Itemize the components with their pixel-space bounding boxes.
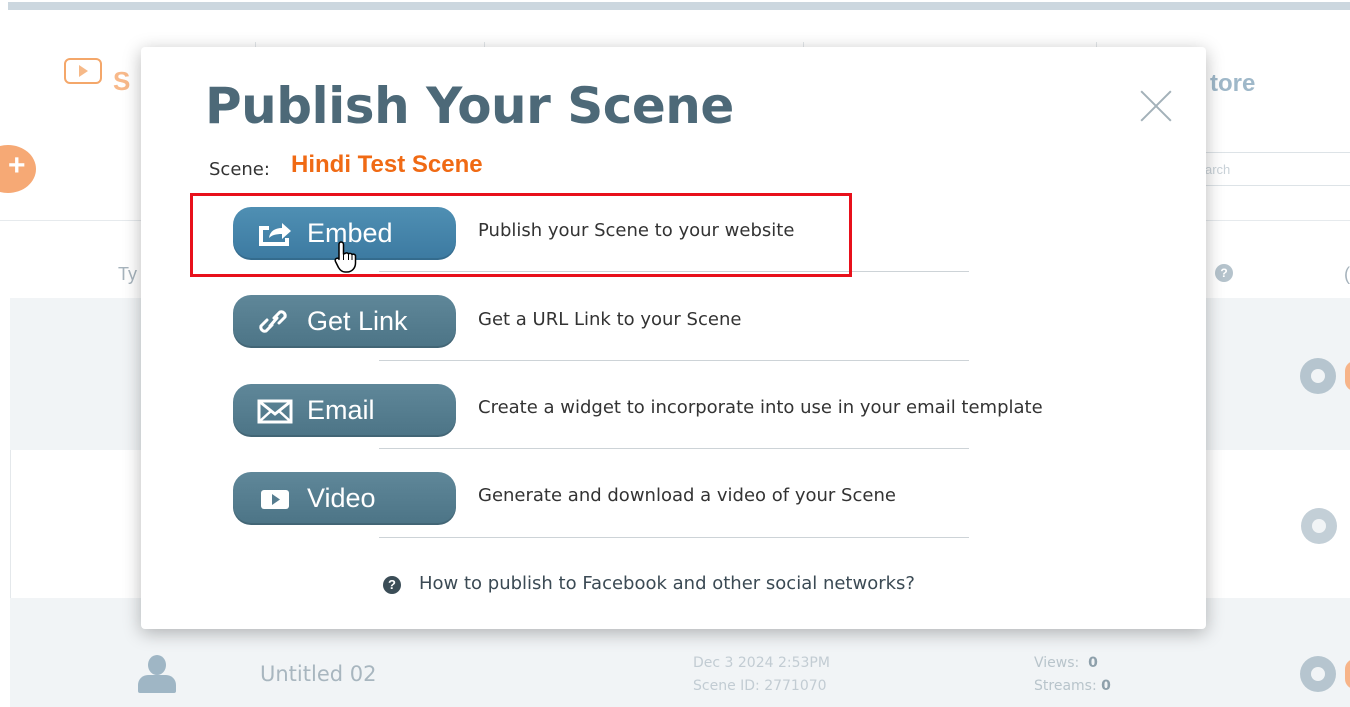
divider (379, 448, 969, 449)
divider (379, 537, 969, 538)
search-input[interactable]: arch (1200, 152, 1350, 186)
question-circle-icon: ? (383, 576, 401, 594)
scene-title[interactable]: Untitled 02 (260, 662, 376, 686)
publish-modal: Publish Your Scene Scene: Hindi Test Sce… (141, 47, 1206, 629)
top-bar (8, 2, 1350, 10)
email-description: Create a widget to incorporate into use … (478, 397, 1043, 418)
email-button-label: Email (307, 395, 375, 425)
help-icon[interactable]: ? (1215, 264, 1233, 282)
column-header-partial: ( (1344, 264, 1350, 284)
play-icon (261, 490, 289, 509)
gear-icon[interactable] (1300, 656, 1336, 692)
highlight-box (190, 193, 852, 277)
link-icon (259, 310, 287, 333)
top-strip (0, 0, 1350, 12)
get-link-button-label: Get Link (307, 306, 408, 336)
scenes-logo-icon[interactable] (64, 58, 102, 84)
nav-scenes-label[interactable]: S (113, 66, 130, 97)
views-label: Views: (1034, 655, 1080, 671)
add-scene-button[interactable] (0, 145, 36, 193)
gear-icon[interactable] (1301, 508, 1337, 544)
nav-store-label[interactable]: tore (1210, 70, 1255, 98)
social-help-text: How to publish to Facebook and other soc… (419, 573, 915, 594)
scene-name: Hindi Test Scene (291, 151, 483, 178)
streams-value: 0 (1101, 678, 1111, 694)
delete-icon[interactable] (1345, 361, 1350, 391)
get-link-button[interactable]: Get Link (233, 295, 456, 348)
user-avatar-icon (138, 655, 176, 695)
get-link-description: Get a URL Link to your Scene (478, 309, 742, 330)
scene-meta: Dec 3 2024 2:53PM Scene ID: 2771070 (693, 652, 830, 698)
search-placeholder: arch (1205, 162, 1231, 177)
views-value: 0 (1088, 655, 1098, 671)
video-button-label: Video (307, 483, 376, 513)
email-button[interactable]: Email (233, 384, 456, 437)
video-description: Generate and download a video of your Sc… (478, 485, 896, 506)
delete-icon[interactable] (1345, 659, 1350, 689)
video-button[interactable]: Video (233, 472, 456, 525)
hand-cursor-icon (334, 241, 357, 273)
gear-icon[interactable] (1300, 358, 1336, 394)
streams-label: Streams: (1034, 678, 1097, 694)
scene-date: Dec 3 2024 2:53PM (693, 655, 830, 671)
scene-label: Scene: (209, 159, 270, 180)
modal-title: Publish Your Scene (205, 77, 734, 135)
column-header-type: Ty (118, 264, 138, 284)
envelope-icon (257, 399, 293, 424)
scene-id: Scene ID: 2771070 (693, 678, 827, 694)
close-icon[interactable] (1139, 89, 1173, 123)
divider (379, 360, 969, 361)
scene-stats: Views: 0 Streams: 0 (1034, 652, 1111, 698)
